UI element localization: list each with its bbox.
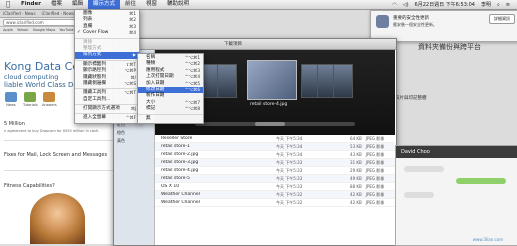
file-row[interactable]: Weather Channel 今天 下午5:32 42 KB JPEG 影像 (155, 199, 395, 207)
cover-thumb[interactable] (333, 64, 353, 98)
file-list: Reseller Store 今天 下午5:34 64 KB JPEG 影像 reta… (155, 135, 395, 207)
menu-item-hide-sidebar[interactable]: 隱藏側邊欄 ⌥⌘S (75, 81, 139, 87)
notification-title: 重要的安全性更新 (393, 16, 429, 21)
menu-item-enter-full-screen[interactable]: 進入全螢幕 ^⌘F (75, 115, 139, 121)
notification-body: 應安裝一個安全性更新。 (393, 22, 437, 27)
menu-separator (138, 113, 203, 115)
menubar-status: ◠ ◁) 6月22日週日 下午6:53:04 李明 ⌕ ≡ (389, 0, 513, 9)
news-icon (5, 92, 17, 102)
answers-nav[interactable]: Answers (42, 92, 57, 107)
spotlight-icon[interactable]: ⌕ (494, 2, 503, 8)
news-summary: n agreement to buy Dropcam for $555 mill… (4, 129, 100, 133)
news-headline[interactable]: Fitness Capabilities? (4, 183, 55, 189)
article-caption: 照片與印記整體 (395, 96, 427, 101)
cover-caption: retail store-4.jpg (250, 102, 288, 107)
menu-separator (75, 59, 139, 61)
browser-tab[interactable]: iClarified - News (0, 10, 39, 17)
menu-view[interactable]: 顯示方式 (87, 0, 120, 9)
file-row[interactable]: OS X 10 今天 下午5:33 88 KB JPEG 影像 (155, 183, 395, 191)
menu-file[interactable]: 檔案 (46, 0, 67, 9)
watermark-url: www.3lian.com (472, 237, 503, 242)
hero-subtitle: cloud computing (4, 73, 59, 81)
file-row[interactable]: retail store-3.jpg 今天 下午5:33 31 KB JPEG 影像 (155, 159, 395, 167)
site-nav-icons: News Tutorials Answers (4, 92, 57, 107)
cover-thumb[interactable] (217, 64, 237, 98)
answers-icon (43, 92, 55, 102)
menu-window[interactable]: 視窗 (141, 0, 162, 9)
tutorials-nav[interactable]: Tutorials (23, 92, 38, 107)
arrange-tags[interactable]: 標記 ^⌥⌘8 (138, 106, 203, 112)
app-store-icon (376, 15, 389, 28)
browser-tab[interactable]: iClarified - News (39, 10, 78, 17)
chat-bubble (404, 192, 434, 198)
article-photo[interactable] (30, 193, 85, 244)
news-nav[interactable]: News (4, 92, 18, 107)
menu-item-arrange-by[interactable]: 排列方式 ▶ (75, 52, 139, 59)
sidebar-tag-orange[interactable]: 橙色 (114, 129, 154, 137)
menu-separator (75, 104, 139, 106)
window-title: 下載項目 (224, 42, 242, 47)
chat-bubble (456, 178, 506, 184)
arrange-none[interactable]: 無 (138, 116, 203, 122)
menu-help[interactable]: 輔助說明 (162, 0, 194, 9)
arrange-by-submenu: 名稱 ^⌥⌘1 種類 ^⌥⌘2 應用程式 ^⌥⌘3 上次打開日期 ^⌥⌘4 加入日期 ^⌥… (137, 53, 204, 124)
file-row[interactable]: retail store-4.jpg 今天 下午5:33 29 KB JPEG 影像 (155, 167, 395, 175)
clock-text[interactable]: 6月22日週日 下午6:53:04 (412, 1, 478, 8)
file-row[interactable]: Weather Channel 今天 下午5:32 42 KB JPEG 影像 (155, 191, 395, 199)
checkmark-icon: ✓ (77, 30, 81, 36)
article-heading[interactable]: 資料夾備份與跨平台 (418, 42, 481, 52)
bookmark-item[interactable]: Apple (3, 27, 13, 33)
sidebar-tag-yellow[interactable]: 黃色 (114, 137, 154, 145)
chat-window: David Choo (395, 145, 517, 246)
news-headline[interactable]: Fixes for Mail, Lock Screen and Messages (4, 152, 107, 158)
chat-header: David Choo (396, 146, 517, 158)
apple-icon[interactable]:  (6, 1, 12, 8)
view-menu: 圖像 ⌘1 列表 ⌘2 直欄 ⌘3 ✓ Cover Flow ⌘4 清除 整理方式 排列方… (74, 9, 140, 124)
file-row[interactable]: retail store-5 今天 下午5:33 49 KB JPEG 影像 (155, 175, 395, 183)
news-headline[interactable]: 5 Million (4, 121, 25, 127)
menu-separator (75, 37, 139, 39)
chat-bubble (404, 166, 444, 172)
notification-center-icon[interactable]: ≡ (503, 2, 513, 8)
file-row[interactable]: retail store-1 今天 下午5:34 53 KB JPEG 影像 (155, 143, 395, 151)
tutorials-icon (24, 92, 36, 102)
cover-scrollbar[interactable] (195, 122, 355, 126)
divider (4, 170, 124, 171)
menu-go[interactable]: 前往 (120, 0, 141, 9)
bookmark-item[interactable]: Google Maps (33, 27, 56, 33)
menu-item-view-options[interactable]: 打開顯示方式選項 ⌘J (75, 106, 139, 112)
bookmark-item[interactable]: YouTube (59, 27, 73, 33)
menu-item-customize-toolbar[interactable]: 自定工具列... (75, 97, 139, 103)
user-name[interactable]: 李明 (478, 1, 494, 8)
scroll-thumb[interactable] (255, 122, 285, 126)
finder-titlebar: 下載項目 (114, 39, 396, 50)
file-row[interactable]: Reseller Store 今天 下午5:34 64 KB JPEG 影像 (155, 135, 395, 143)
submenu-arrow-icon: ▶ (132, 52, 136, 58)
hero-tagline: liable World Class Data (4, 81, 85, 89)
menu-item-cover-flow[interactable]: ✓ Cover Flow ⌘4 (75, 30, 139, 36)
bookmark-item[interactable]: Yahoo! (17, 27, 29, 33)
details-button[interactable]: 詳細資訊 (489, 14, 515, 24)
wifi-icon[interactable]: ◠ (389, 2, 399, 8)
menu-finder[interactable]: Finder (16, 0, 46, 9)
cover-selected[interactable] (247, 60, 297, 100)
chat-contact-name[interactable]: David Choo (401, 149, 430, 155)
divider (4, 140, 124, 141)
menu-edit[interactable]: 編輯 (67, 0, 88, 9)
file-row[interactable]: retail store-2.jpg 今天 下午5:34 43 KB JPEG 影像 (155, 151, 395, 159)
volume-icon[interactable]: ◁) (400, 2, 412, 8)
